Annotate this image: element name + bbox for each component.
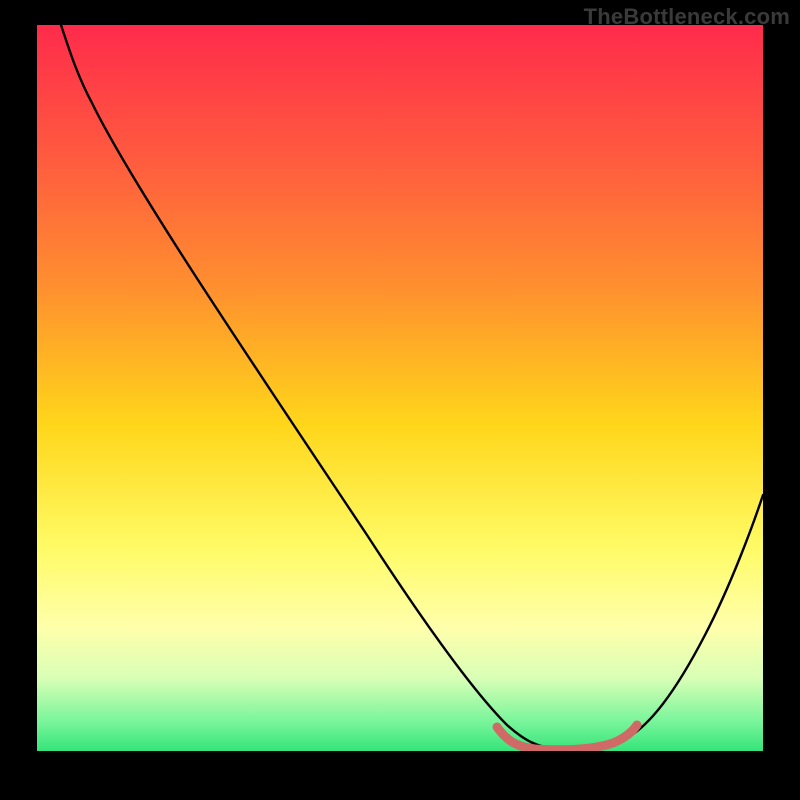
bottleneck-curve-path — [61, 25, 763, 750]
watermark-text: TheBottleneck.com — [584, 4, 790, 30]
chart-plot-area — [37, 25, 763, 751]
chart-svg — [37, 25, 763, 751]
optimal-zone-marker-path — [497, 725, 637, 750]
